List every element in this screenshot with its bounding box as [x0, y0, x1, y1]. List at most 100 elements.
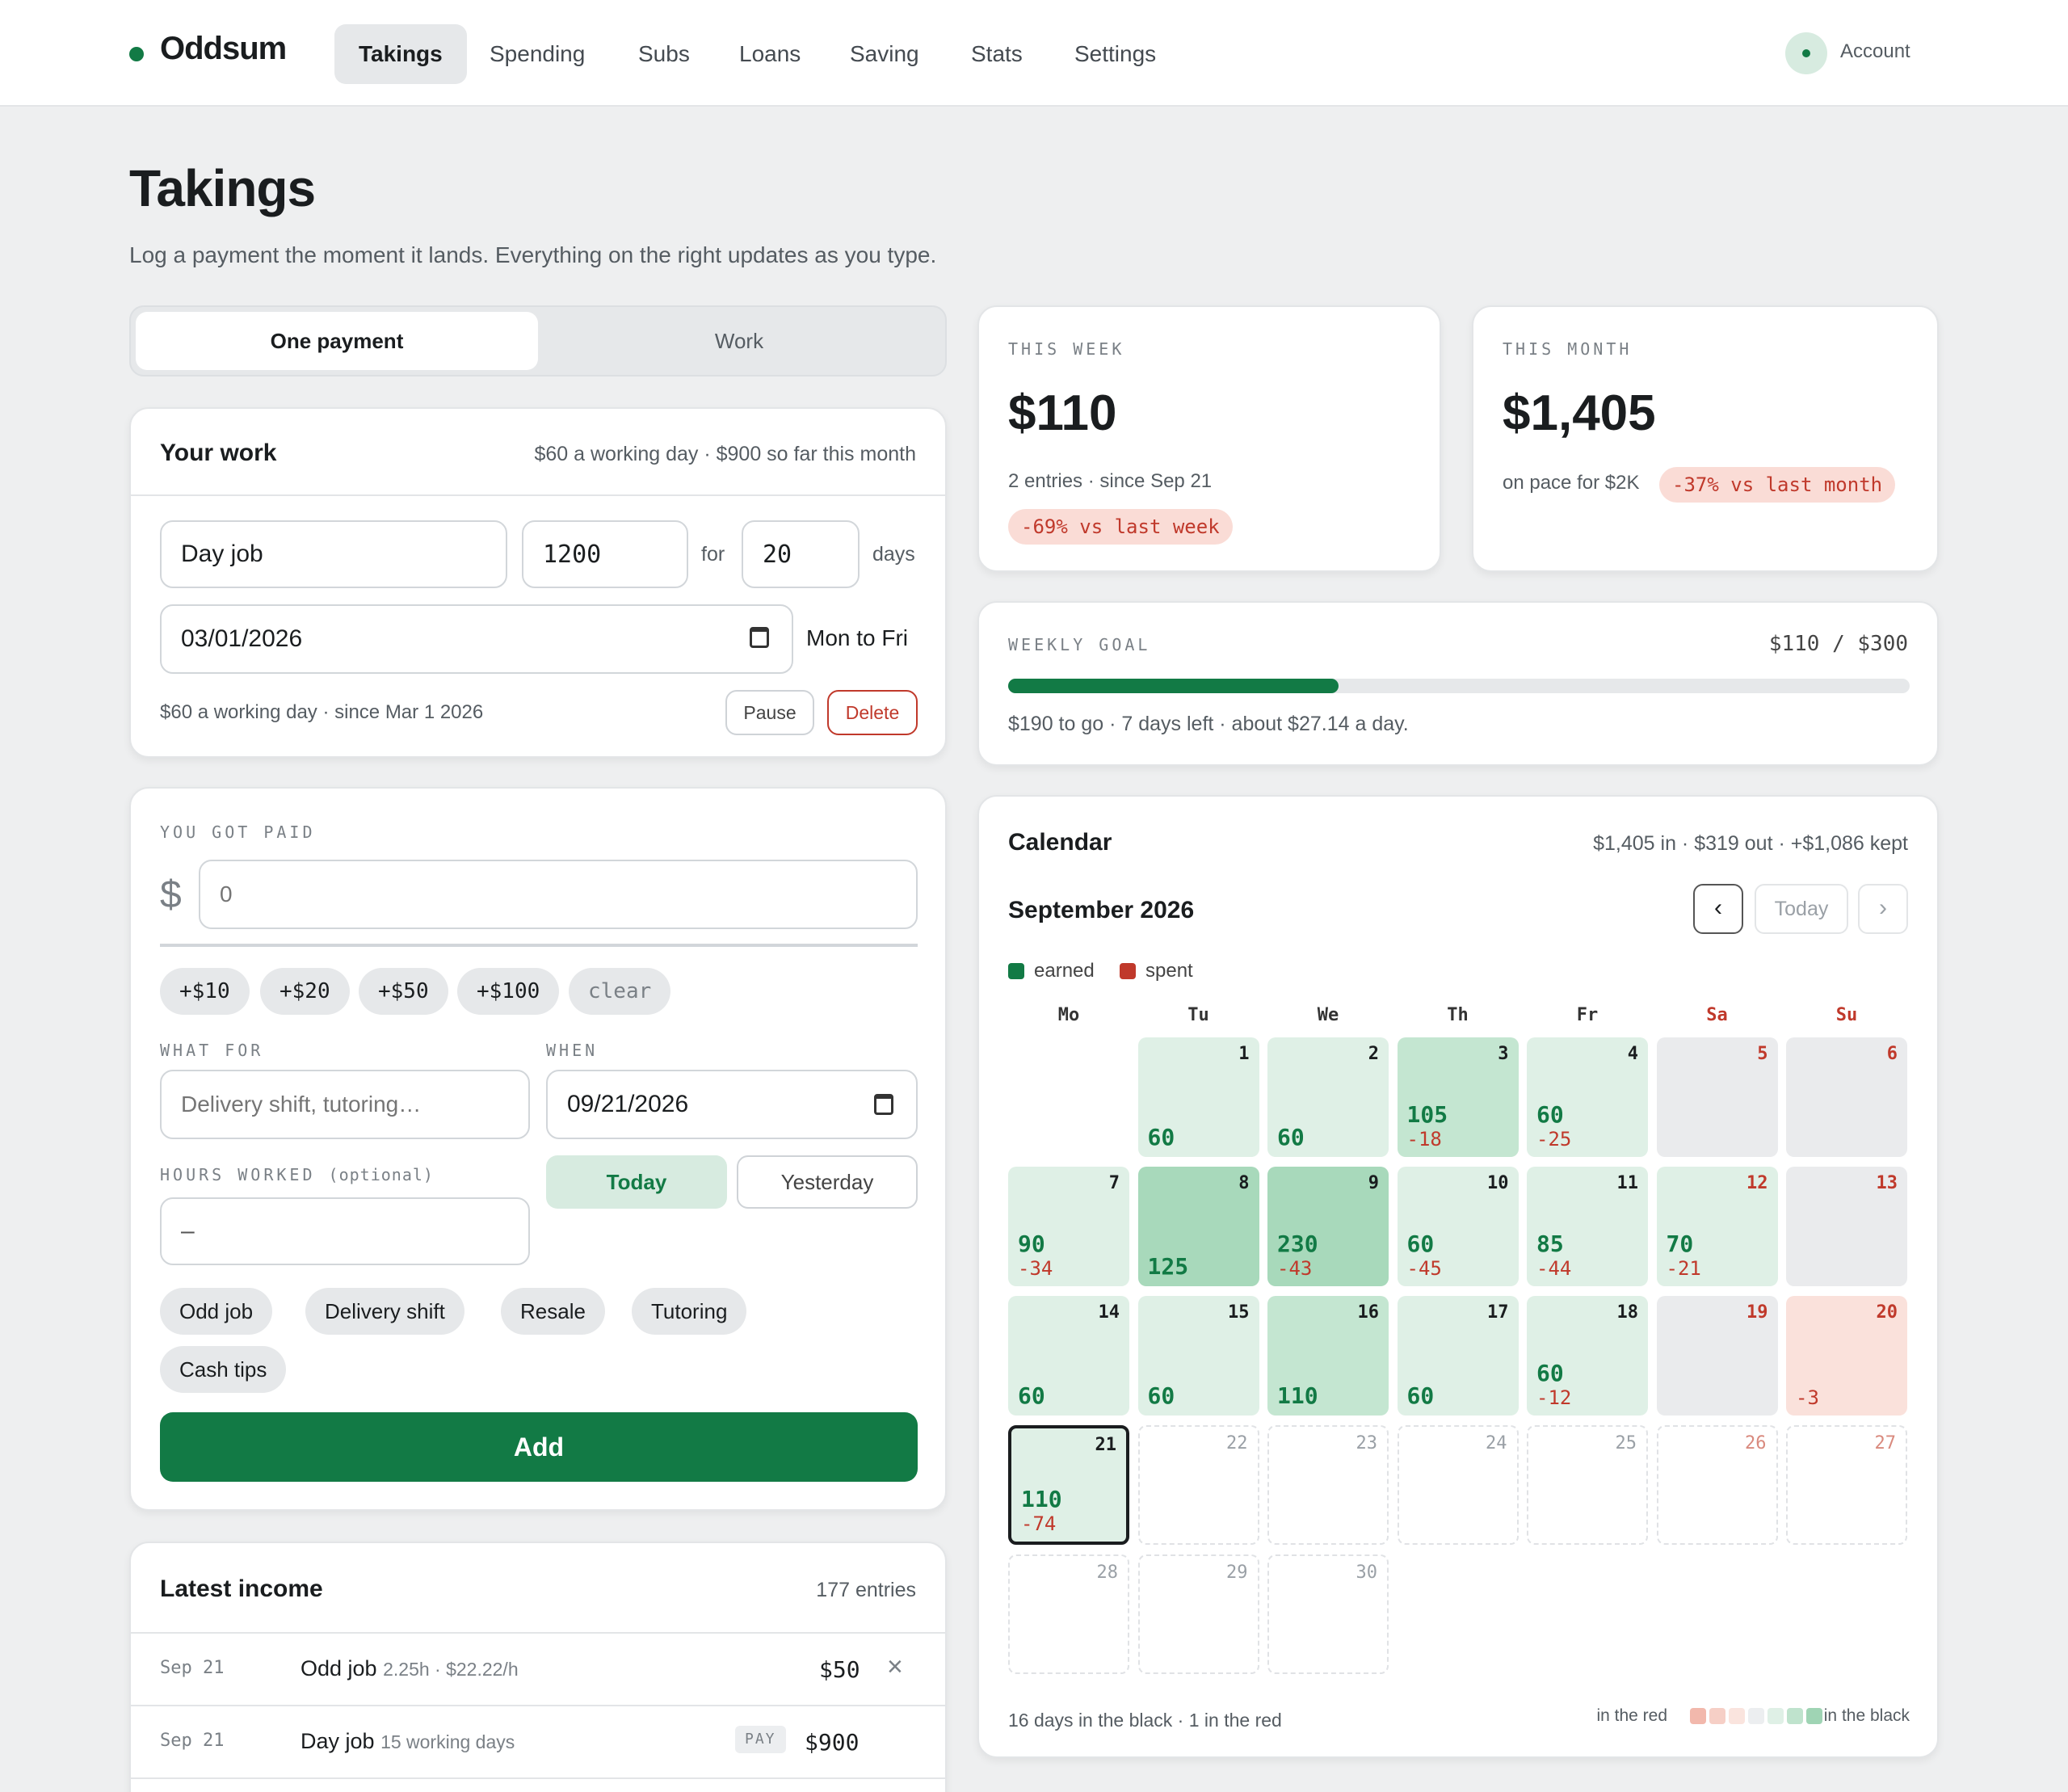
calendar-day[interactable]: 25 [1527, 1425, 1648, 1545]
day-number: 7 [1108, 1173, 1120, 1193]
quick-add-100[interactable]: +$100 [457, 968, 560, 1015]
calendar-day[interactable]: 21 110 -74 [1008, 1425, 1129, 1545]
this-week-card: THIS WEEK $110 2 entries · since Sep 21 … [977, 305, 1441, 572]
calendar-day[interactable]: 5 [1656, 1037, 1778, 1157]
job-amount-input[interactable]: 1200 [522, 520, 688, 588]
what-for-input[interactable] [160, 1070, 530, 1139]
job-days-input[interactable]: 20 [742, 520, 860, 588]
goal-value: $110 / $300 [1768, 632, 1908, 656]
latest-count: 177 entries [816, 1579, 916, 1601]
day-earned: 60 [1406, 1230, 1435, 1257]
calendar-day[interactable]: 2 60 [1267, 1037, 1389, 1157]
clear-button[interactable]: clear [569, 968, 671, 1015]
days-label: days [872, 543, 915, 566]
when-date-input[interactable]: 09/21/2026 [546, 1070, 918, 1139]
day-spent: -21 [1666, 1257, 1701, 1280]
calendar-day[interactable]: 9 230 -43 [1267, 1167, 1389, 1286]
calendar-day[interactable]: 12 70 -21 [1656, 1167, 1778, 1286]
legend-spent: spent [1145, 960, 1193, 982]
divider [131, 1777, 945, 1779]
calendar-day[interactable]: 11 85 -44 [1527, 1167, 1648, 1286]
calendar-day[interactable]: 15 60 [1137, 1296, 1259, 1416]
month-label: THIS MONTH [1503, 339, 1633, 359]
brand-logo[interactable]: Oddsum [160, 31, 287, 67]
calendar-day[interactable]: 19 [1656, 1296, 1778, 1416]
calendar-day[interactable]: 3 105 -18 [1397, 1037, 1519, 1157]
pause-button[interactable]: Pause [725, 690, 814, 735]
avatar-dot-icon [1802, 49, 1810, 57]
month-amount: $1,405 [1503, 385, 1656, 441]
today-nav-button[interactable]: Today [1755, 884, 1848, 934]
work-summary: $60 a working day · $900 so far this mon… [534, 443, 917, 465]
calendar-day[interactable]: 10 60 -45 [1397, 1167, 1519, 1286]
yesterday-button[interactable]: Yesterday [737, 1155, 918, 1209]
table-row[interactable]: Sep 21 Day job 15 working days PAY $900 [131, 1706, 945, 1777]
calendar-day[interactable]: 7 90 -34 [1008, 1167, 1129, 1286]
calendar-day[interactable]: 29 [1137, 1554, 1259, 1674]
quick-add-20[interactable]: +$20 [260, 968, 350, 1015]
calendar-day[interactable]: 1 60 [1137, 1037, 1259, 1157]
nav-saving[interactable]: Saving [826, 24, 944, 84]
avatar[interactable] [1785, 32, 1827, 74]
schedule-label[interactable]: Mon to Fri [806, 625, 908, 651]
goal-label: WEEKLY GOAL [1008, 635, 1151, 654]
calendar-day[interactable]: 28 [1008, 1554, 1129, 1674]
add-button[interactable]: Add [160, 1412, 918, 1482]
calendar-day[interactable]: 27 [1786, 1425, 1907, 1545]
calendar-icon[interactable] [874, 1094, 893, 1115]
nav-loans[interactable]: Loans [715, 24, 825, 84]
day-number: 3 [1498, 1044, 1509, 1064]
calendar-day[interactable]: 30 [1267, 1554, 1389, 1674]
account-link[interactable]: Account [1840, 40, 1910, 63]
tab-one-payment[interactable]: One payment [136, 312, 538, 370]
day-number: 25 [1615, 1433, 1637, 1453]
nav-stats[interactable]: Stats [947, 24, 1047, 84]
tag-delivery-shift[interactable]: Delivery shift [305, 1288, 464, 1335]
calendar-day[interactable]: 6 [1786, 1037, 1907, 1157]
calendar-day[interactable]: 17 60 [1397, 1296, 1519, 1416]
tag-tutoring[interactable]: Tutoring [632, 1288, 747, 1335]
calendar-day[interactable]: 23 [1267, 1425, 1389, 1545]
nav-subs[interactable]: Subs [614, 24, 714, 84]
next-month-button[interactable]: › [1858, 884, 1908, 934]
quick-add-50[interactable]: +$50 [359, 968, 448, 1015]
calendar-day[interactable]: 14 60 [1008, 1296, 1129, 1416]
day-spent: -74 [1021, 1512, 1057, 1535]
weekday-we: We [1317, 1005, 1339, 1025]
day-earned: 90 [1018, 1230, 1045, 1257]
calendar-day[interactable]: 4 60 -25 [1527, 1037, 1648, 1157]
table-row[interactable]: Sep 21 Odd job 2.25h · $22.22/h $50 × [131, 1634, 945, 1705]
pay-badge: PAY [735, 1726, 786, 1753]
nav-takings[interactable]: Takings [334, 24, 467, 84]
today-button[interactable]: Today [546, 1155, 727, 1209]
tag-odd-job[interactable]: Odd job [160, 1288, 273, 1335]
nav-spending[interactable]: Spending [465, 24, 609, 84]
calendar-day[interactable]: 16 110 [1267, 1296, 1389, 1416]
calendar-day[interactable]: 24 [1397, 1425, 1519, 1545]
quick-add-10[interactable]: +$10 [160, 968, 250, 1015]
day-number: 15 [1228, 1302, 1250, 1323]
tag-resale[interactable]: Resale [501, 1288, 605, 1335]
calendar-icon[interactable] [750, 627, 769, 648]
calendar-day[interactable]: 26 [1656, 1425, 1778, 1545]
tab-work[interactable]: Work [538, 312, 940, 370]
day-earned: 110 [1277, 1382, 1318, 1409]
amount-input[interactable] [199, 860, 918, 929]
job-name-input[interactable]: Day job [160, 520, 507, 588]
calendar-day[interactable]: 13 [1786, 1167, 1907, 1286]
day-earned: 60 [1147, 1124, 1175, 1150]
close-icon[interactable]: × [887, 1651, 903, 1683]
prev-month-button[interactable]: ‹ [1693, 884, 1743, 934]
hours-input[interactable]: – [160, 1197, 530, 1265]
row-meta: 2.25h · $22.22/h [383, 1659, 519, 1680]
calendar-day[interactable]: 18 60 -12 [1527, 1296, 1648, 1416]
job-start-date[interactable]: 03/01/2026 [160, 604, 793, 674]
delete-button[interactable]: Delete [827, 690, 918, 735]
day-earned: 60 [1536, 1101, 1564, 1128]
calendar-day[interactable]: 8 125 [1137, 1167, 1259, 1286]
calendar-day[interactable]: 20 -3 [1786, 1296, 1907, 1416]
calendar-day[interactable]: 22 [1137, 1425, 1259, 1545]
tag-cash-tips[interactable]: Cash tips [160, 1346, 287, 1393]
nav-settings[interactable]: Settings [1050, 24, 1180, 84]
spent-swatch [1120, 963, 1136, 979]
